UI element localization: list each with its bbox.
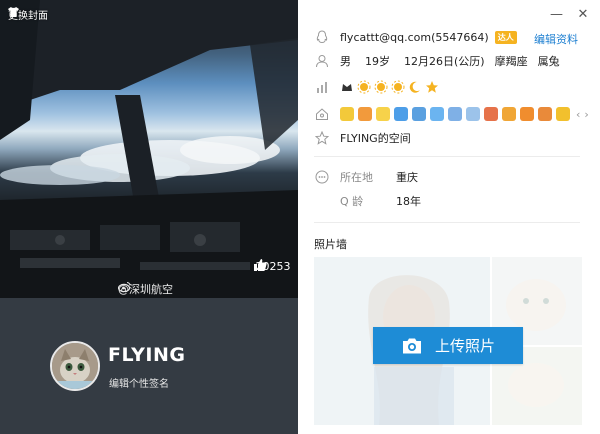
level-star-icon[interactable] [425, 80, 439, 94]
upload-photo-button[interactable]: 上传照片 [373, 327, 523, 364]
badge-icon[interactable] [394, 107, 408, 121]
signature-edit-link[interactable]: 编辑个性签名 [109, 375, 169, 390]
gender: 男 [340, 55, 351, 68]
badge-icon[interactable] [502, 107, 516, 121]
person-icon [314, 53, 330, 69]
badge-icon[interactable] [556, 107, 570, 121]
vip-badge[interactable]: 达人 [494, 30, 517, 44]
photo-wall: 上传照片 [314, 257, 582, 425]
star-outline-icon [314, 130, 330, 146]
badge-icon[interactable] [520, 107, 534, 121]
badge-house-icon [314, 106, 330, 122]
qage-value: 18年 [396, 195, 421, 208]
birthday: 12月26日(公历) [404, 55, 485, 68]
shirt-icon [8, 7, 19, 17]
qq-penguin-icon [314, 29, 330, 45]
divider [314, 156, 580, 157]
weibo-icon [118, 282, 131, 292]
cockpit-illustration [0, 0, 298, 298]
chevron-right-icon[interactable]: › [584, 108, 588, 121]
badge-icon[interactable] [358, 107, 372, 121]
badge-icon[interactable] [376, 107, 390, 121]
location-row: 所在地 重庆 [314, 169, 418, 185]
avatar[interactable] [50, 341, 100, 391]
chevron-left-icon[interactable]: ‹ [576, 108, 580, 121]
nickname: FLYING [108, 344, 186, 366]
level-row [314, 79, 442, 95]
more-dots-icon [314, 169, 330, 185]
qzone-link[interactable]: FLYING的空间 [340, 130, 411, 146]
badge-icon[interactable] [484, 107, 498, 121]
level-sun-icon[interactable] [391, 80, 405, 94]
account-row: flycattt@qq.com(5547664) 达人 [314, 29, 517, 45]
cat-avatar-icon [52, 343, 98, 389]
profile-bar: FLYING 编辑个性签名 [0, 298, 298, 434]
age: 19岁 [365, 55, 390, 68]
badge-icon[interactable] [448, 107, 462, 121]
level-crown-icon[interactable] [340, 80, 354, 94]
cover-photo[interactable]: 更换封面 @深圳航空 20253 [0, 0, 298, 298]
edit-profile-link[interactable]: 编辑资料 [534, 31, 578, 47]
qage-label: Q 龄 [340, 195, 364, 208]
badge-icon[interactable] [466, 107, 480, 121]
left-panel: 更换封面 @深圳航空 20253 FLYING 编辑个性签名 [0, 0, 298, 434]
like-button[interactable]: 20253 [253, 258, 293, 273]
level-sun-icon[interactable] [357, 80, 371, 94]
close-button[interactable]: ✕ [577, 8, 589, 21]
badge-icon[interactable] [538, 107, 552, 121]
thumbs-up-icon [254, 259, 267, 271]
info-panel: — ✕ flycattt@qq.com(5547664) 达人 编辑资料 男 1… [298, 0, 600, 434]
divider [314, 222, 580, 223]
change-cover-button[interactable]: 更换封面 [8, 7, 48, 22]
level-sun-icon[interactable] [374, 80, 388, 94]
camera-icon [402, 338, 421, 353]
photo-wall-title: 照片墙 [314, 238, 347, 251]
chinese-zodiac: 属兔 [537, 55, 560, 68]
badge-icon[interactable] [412, 107, 426, 121]
upload-photo-label: 上传照片 [434, 337, 495, 355]
level-chart-icon [314, 79, 330, 95]
minimize-button[interactable]: — [550, 8, 563, 21]
badge-icon[interactable] [430, 107, 444, 121]
qage-row: Q 龄 18年 [314, 193, 421, 209]
level-moon-icon[interactable] [408, 80, 422, 94]
location-label: 所在地 [340, 171, 373, 184]
basic-info-row: 男 19岁 12月26日(公历) 摩羯座 属兔 [314, 53, 560, 69]
location-value: 重庆 [396, 171, 418, 184]
badges-row: ‹ › [314, 106, 589, 122]
badge-icon[interactable] [340, 107, 354, 121]
account-email: flycattt@qq.com(5547664) [340, 30, 489, 44]
zodiac: 摩羯座 [494, 55, 528, 68]
cover-watermark: @深圳航空 [118, 281, 173, 297]
space-row: FLYING的空间 [314, 130, 411, 146]
